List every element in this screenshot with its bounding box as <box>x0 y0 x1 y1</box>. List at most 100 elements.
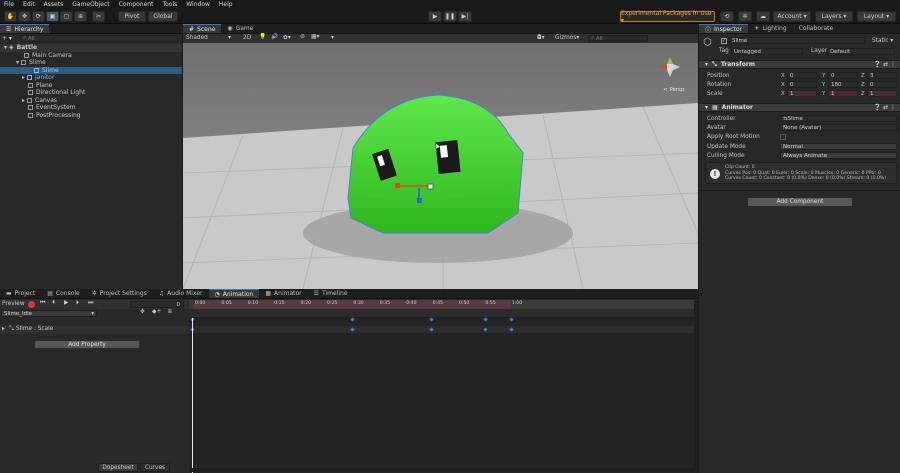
component-menu-icons[interactable]: ❔ ⇄ ⋮ <box>874 61 896 68</box>
collab-icon[interactable]: ⟲ <box>720 11 734 22</box>
culling-mode-dropdown[interactable]: Always Animate <box>780 152 897 159</box>
tab-game[interactable]: ◉ Game <box>221 24 259 33</box>
animator-header[interactable]: ▾ ▦ Animator ❔ ⇄ ⋮ <box>699 103 900 112</box>
create-plus-button[interactable]: + ▾ <box>2 35 16 42</box>
first-key-icon[interactable]: ⏮ <box>40 300 45 307</box>
account-dropdown[interactable]: Account ▾ <box>773 11 811 22</box>
scale-y-field[interactable]: 1 <box>828 90 858 97</box>
add-component-button[interactable]: Add Component <box>747 197 853 207</box>
tab-hierarchy[interactable]: ☰ Hierarchy <box>0 24 50 33</box>
scale-tool-icon[interactable]: ▣ <box>46 11 59 22</box>
layers-dropdown[interactable]: Layers ▾ <box>815 11 853 22</box>
hierarchy-scene-battle[interactable]: ▾ ◈ Battle <box>0 44 182 52</box>
menu-component[interactable]: Component <box>119 1 154 8</box>
hierarchy-item-slime[interactable]: ▾ Slime <box>0 59 182 67</box>
clip-dropdown[interactable]: Slime_Idle ▾ <box>1 310 97 317</box>
hierarchy-item-janitor[interactable]: ▸ Janitor <box>0 74 182 82</box>
effects-dropdown[interactable]: ✿▾ <box>283 35 291 41</box>
tab-project-settings[interactable]: ✲ Project Settings <box>86 289 153 298</box>
step-button[interactable]: ▶| <box>458 11 472 22</box>
hierarchy-item-directional-light[interactable]: Directional Light <box>0 89 182 97</box>
pivot-toggle[interactable]: Pivot <box>118 11 146 22</box>
add-event-icon[interactable]: ⧈ <box>168 309 172 316</box>
position-y-field[interactable]: 0 <box>828 72 858 79</box>
keyframe-diamond[interactable] <box>350 317 355 322</box>
tab-collaborate[interactable]: Collaborate <box>793 24 840 33</box>
root-motion-checkbox[interactable] <box>780 134 786 140</box>
draw-mode-dropdown[interactable]: ▾ <box>331 35 334 41</box>
play-button[interactable]: ▶ <box>428 11 442 22</box>
keyframe-diamond[interactable] <box>509 317 514 322</box>
tab-project[interactable]: ▬ Project <box>0 289 41 298</box>
hierarchy-item-slime-mesh[interactable]: Slime <box>0 66 182 74</box>
active-checkbox[interactable]: ✓ <box>721 38 727 44</box>
gizmos-dropdown[interactable]: Gizmos▾ <box>555 35 579 41</box>
scale-z-field[interactable]: 1 <box>867 90 897 97</box>
menu-edit[interactable]: Edit <box>23 1 35 8</box>
scale-x-field[interactable]: 1 <box>787 90 817 97</box>
curves-button[interactable]: Curves <box>140 463 170 472</box>
hierarchy-item-postprocessing[interactable]: PostProcessing <box>0 112 182 120</box>
hierarchy-item-canvas[interactable]: ▸ Canvas <box>0 97 182 105</box>
hierarchy-item-eventsystem[interactable]: EventSystem <box>0 104 182 112</box>
position-x-field[interactable]: 0 <box>787 72 817 79</box>
menu-gameobject[interactable]: GameObject <box>72 1 109 8</box>
menu-window[interactable]: Window <box>186 1 210 8</box>
hierarchy-item-main-camera[interactable]: Main Camera <box>0 52 182 60</box>
menu-file[interactable]: File <box>4 1 14 8</box>
transform-tool-icon[interactable]: ⊕ <box>74 11 87 22</box>
rect-tool-icon[interactable]: ▢ <box>60 11 73 22</box>
dopesheet-area[interactable] <box>189 317 694 473</box>
experimental-packages-warning[interactable]: Experimental Packages In Use ▾ <box>620 10 715 24</box>
global-toggle[interactable]: Global <box>148 11 178 22</box>
static-toggle[interactable]: Static ▾ <box>872 38 893 44</box>
tab-scene[interactable]: # Scene <box>183 24 222 33</box>
camera-icon[interactable]: ◘▾ <box>537 35 545 41</box>
hidden-objects-icon[interactable]: ⊘ <box>300 34 305 40</box>
move-tool-icon[interactable]: ✥ <box>18 11 31 22</box>
tab-timeline[interactable]: ☰ Timeline <box>308 289 354 298</box>
perspective-label[interactable]: < Persp <box>663 87 685 93</box>
tab-audio-mixer[interactable]: ♫ Audio Mixer <box>153 289 209 298</box>
rotation-z-field[interactable]: 0 <box>867 81 897 88</box>
scene-lighting-icon[interactable]: 💡 <box>259 34 266 40</box>
avatar-field[interactable]: None (Avatar) <box>780 124 897 131</box>
add-property-button[interactable]: Add Property <box>34 340 140 349</box>
tab-console[interactable]: ▤ Console <box>41 289 86 298</box>
layer-dropdown[interactable]: Default <box>827 48 895 55</box>
tab-animator[interactable]: ▦ Animator <box>259 289 307 298</box>
last-key-icon[interactable]: ⏭ <box>88 300 93 307</box>
pause-button[interactable]: ❚❚ <box>443 11 457 22</box>
shading-mode-dropdown[interactable]: Shaded ▾ <box>186 35 231 41</box>
property-row[interactable]: ▸ ⤡ Slime : Scale <box>0 326 188 334</box>
add-keyframe-icon[interactable]: ◆+ <box>152 309 161 315</box>
menu-help[interactable]: Help <box>219 1 233 8</box>
audio-icon[interactable]: 🔊 <box>271 34 278 40</box>
timeline-ruler[interactable]: 0:00 0:05 0:10 0:15 0:20 0:25 0:30 0:35 0:40 0:45… <box>189 300 694 309</box>
cloud-icon[interactable]: ☁ <box>756 11 770 22</box>
component-menu-icons[interactable]: ❔ ⇄ ⋮ <box>874 104 896 111</box>
tag-dropdown[interactable]: Untagged <box>731 48 803 55</box>
controller-field[interactable]: ⇆ Slime <box>780 115 897 122</box>
custom-tool-icon[interactable]: ✂ <box>92 11 105 22</box>
scene-viewport[interactable]: < Persp <box>183 43 698 289</box>
hierarchy-item-plane[interactable]: Plane <box>0 82 182 90</box>
grid-icon[interactable]: ▦▾ <box>311 34 319 40</box>
scene-search-input[interactable]: ⌕ All <box>588 35 648 42</box>
timeline-scrollbar[interactable] <box>694 300 698 473</box>
dopesheet-button[interactable]: Dopesheet <box>98 463 138 472</box>
next-key-icon[interactable]: ⏵ <box>76 300 79 307</box>
event-track[interactable] <box>189 309 694 318</box>
frame-field[interactable]: 0 <box>130 301 184 308</box>
preview-toggle[interactable]: Preview <box>2 301 25 307</box>
hierarchy-search-input[interactable]: ⌕ All <box>20 35 178 42</box>
menu-assets[interactable]: Assets <box>44 1 64 8</box>
keyframe-diamond[interactable] <box>429 317 434 322</box>
object-name-field[interactable]: Slime <box>729 37 865 44</box>
tab-lighting[interactable]: ☀ Lighting <box>748 24 793 33</box>
record-button[interactable] <box>28 301 35 308</box>
menu-tools[interactable]: Tools <box>162 1 177 8</box>
tab-animation[interactable]: ◔ Animation <box>208 289 260 298</box>
rotate-tool-icon[interactable]: ⟳ <box>32 11 45 22</box>
keyframe-diamond[interactable] <box>483 317 488 322</box>
